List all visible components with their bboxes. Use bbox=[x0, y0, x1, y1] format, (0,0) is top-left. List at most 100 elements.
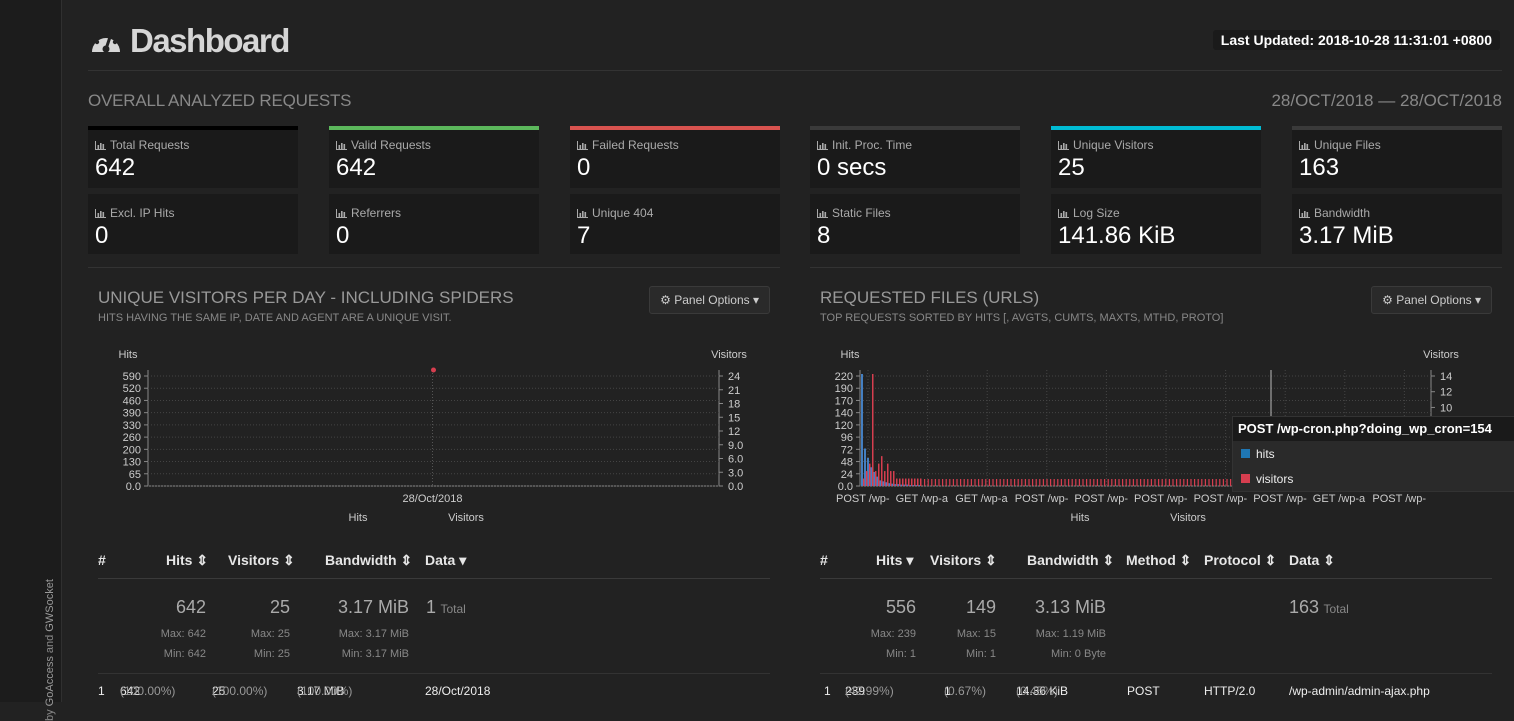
row-num: 1 bbox=[824, 684, 831, 698]
visitors-bar bbox=[1082, 479, 1084, 486]
date-range: 28/OCT/2018 — 28/OCT/2018 bbox=[1271, 91, 1502, 110]
y-axis-label: Hits bbox=[119, 349, 138, 361]
bar-chart-icon bbox=[1299, 209, 1310, 218]
visitors-bar bbox=[1017, 479, 1019, 486]
col-hits[interactable]: Hits ▾ bbox=[876, 552, 913, 569]
stat-card: Unique Visitors 25 bbox=[1051, 126, 1261, 188]
sort-icon: ⇕ bbox=[1323, 552, 1335, 568]
chart-tooltip: POST /wp-cron.php?doing_wp_cron=154 hits… bbox=[1232, 416, 1514, 492]
y2-tick-label: 6.0 bbox=[728, 454, 743, 466]
summary-bandwidth: 3.13 MiB Max: 1.19 MiB Min: 0 Byte bbox=[1034, 597, 1106, 660]
stat-card: Referrers 0 bbox=[329, 194, 539, 254]
visitors-bar bbox=[949, 479, 951, 486]
card-value: 0 bbox=[336, 222, 350, 249]
y-axis-label: Hits bbox=[841, 349, 860, 361]
visitors-bar bbox=[1132, 479, 1134, 486]
goaccess-link[interactable]: GoAccess bbox=[44, 656, 56, 706]
col-data[interactable]: Data ▾ bbox=[425, 552, 466, 569]
visitors-bar bbox=[945, 479, 947, 486]
y2-axis-label: Visitors bbox=[1423, 349, 1459, 361]
visitors-point bbox=[431, 367, 436, 373]
stat-card: Valid Requests 642 bbox=[329, 126, 539, 188]
col-hits[interactable]: Hits ⇕ bbox=[166, 552, 208, 569]
visitors-bar bbox=[1143, 479, 1145, 486]
summary-cards: Total Requests 642 Valid Requests 642 Failed… bbox=[88, 126, 1502, 257]
visitors-bar bbox=[890, 471, 892, 486]
visitors-bar bbox=[1068, 479, 1070, 486]
y-tick-label: 48 bbox=[841, 457, 853, 469]
col-visitors[interactable]: Visitors ⇕ bbox=[228, 552, 295, 569]
visitors-bar bbox=[996, 479, 998, 486]
caret-down-icon: ▾ bbox=[752, 293, 759, 307]
card-value: 25 bbox=[1058, 154, 1085, 181]
legend-visitors: Visitors bbox=[448, 512, 484, 524]
visitors-bar bbox=[869, 463, 871, 486]
card-label: Total Requests bbox=[95, 138, 189, 152]
col-bandwidth[interactable]: Bandwidth ⇕ bbox=[325, 552, 412, 569]
col-visitors[interactable]: Visitors ⇕ bbox=[930, 552, 997, 569]
y-tick-label: 140 bbox=[835, 408, 853, 420]
legend-hits: Hits bbox=[349, 512, 368, 524]
visitors-bar bbox=[963, 479, 965, 486]
panel-options-label: Panel Options bbox=[674, 293, 750, 307]
visitors-bar bbox=[1183, 479, 1185, 486]
visitors-bar bbox=[1010, 479, 1012, 486]
visitors-bar bbox=[1129, 479, 1131, 486]
y-tick-label: 460 bbox=[123, 395, 141, 407]
header: Dashboard Last Updated: 2018-10-28 11:31… bbox=[88, 18, 1502, 71]
visitors-bar bbox=[1186, 479, 1188, 486]
visitors-bar bbox=[981, 479, 983, 486]
panel-options-button[interactable]: ⚙ Panel Options ▾ bbox=[649, 286, 770, 314]
visitors-bar bbox=[1114, 479, 1116, 486]
visitors-bar bbox=[1100, 479, 1102, 486]
visitors-bar bbox=[1107, 479, 1109, 486]
visitors-bar bbox=[999, 479, 1001, 486]
card-accent-bar bbox=[1051, 126, 1261, 130]
visitors-bar bbox=[893, 471, 895, 486]
sort-icon: ⇕ bbox=[1264, 552, 1277, 568]
visitors-bar bbox=[917, 478, 919, 486]
panel-options-button[interactable]: ⚙ Panel Options ▾ bbox=[1371, 286, 1492, 314]
x-tick-label: POST /wp- bbox=[1134, 493, 1188, 505]
gwsocket-link[interactable]: GWSocket bbox=[44, 579, 56, 632]
bar-chart-icon bbox=[336, 209, 347, 218]
visitors-bar bbox=[1226, 479, 1228, 486]
panel-title: UNIQUE VISITORS PER DAY - INCLUDING SPID… bbox=[98, 288, 514, 307]
card-label: Unique Visitors bbox=[1058, 138, 1153, 152]
table-header: # Hits ▾ Visitors ⇕ Bandwidth ⇕ Method ⇕… bbox=[820, 548, 1492, 579]
x-tick-label: POST /wp- bbox=[1253, 493, 1307, 505]
visitors-bar bbox=[1219, 479, 1221, 486]
card-label: Failed Requests bbox=[577, 138, 679, 152]
y2-tick-label: 12 bbox=[1440, 387, 1452, 399]
visitors-bar bbox=[1158, 479, 1160, 486]
visitors-bar bbox=[974, 479, 976, 486]
sort-desc-icon: ▾ bbox=[459, 552, 467, 568]
visitors-bar bbox=[1035, 479, 1037, 486]
summary-visitors: 149 Max: 15 Min: 1 bbox=[956, 597, 996, 660]
col-data[interactable]: Data ⇕ bbox=[1289, 552, 1335, 569]
col-protocol[interactable]: Protocol ⇕ bbox=[1204, 552, 1276, 569]
visitors-bar bbox=[1190, 479, 1192, 486]
col-method[interactable]: Method ⇕ bbox=[1126, 552, 1191, 569]
tooltip-visitors: visitors bbox=[1241, 472, 1293, 486]
visitors-bar bbox=[927, 479, 929, 486]
y2-tick-label: 14 bbox=[1440, 371, 1452, 383]
visitors-bar bbox=[1021, 479, 1023, 486]
bar-chart-icon bbox=[577, 209, 588, 218]
col-num: # bbox=[98, 552, 106, 568]
visitors-bar bbox=[1089, 479, 1091, 486]
visitors-bar bbox=[924, 479, 926, 486]
stat-card: Init. Proc. Time 0 secs bbox=[810, 126, 1020, 188]
card-label: Init. Proc. Time bbox=[817, 138, 912, 152]
visitors-bar bbox=[1050, 479, 1052, 486]
visitors-bar bbox=[1172, 479, 1174, 486]
visitors-bar bbox=[1222, 479, 1224, 486]
col-bandwidth[interactable]: Bandwidth ⇕ bbox=[1027, 552, 1114, 569]
bar-chart-icon bbox=[1058, 209, 1069, 218]
visitors-bar bbox=[1078, 479, 1080, 486]
card-value: 642 bbox=[336, 154, 377, 181]
y2-tick-label: 10 bbox=[1440, 402, 1452, 414]
row-protocol: HTTP/2.0 bbox=[1204, 684, 1256, 698]
y2-tick-label: 15 bbox=[728, 412, 740, 424]
visitors-bar bbox=[1104, 479, 1106, 486]
